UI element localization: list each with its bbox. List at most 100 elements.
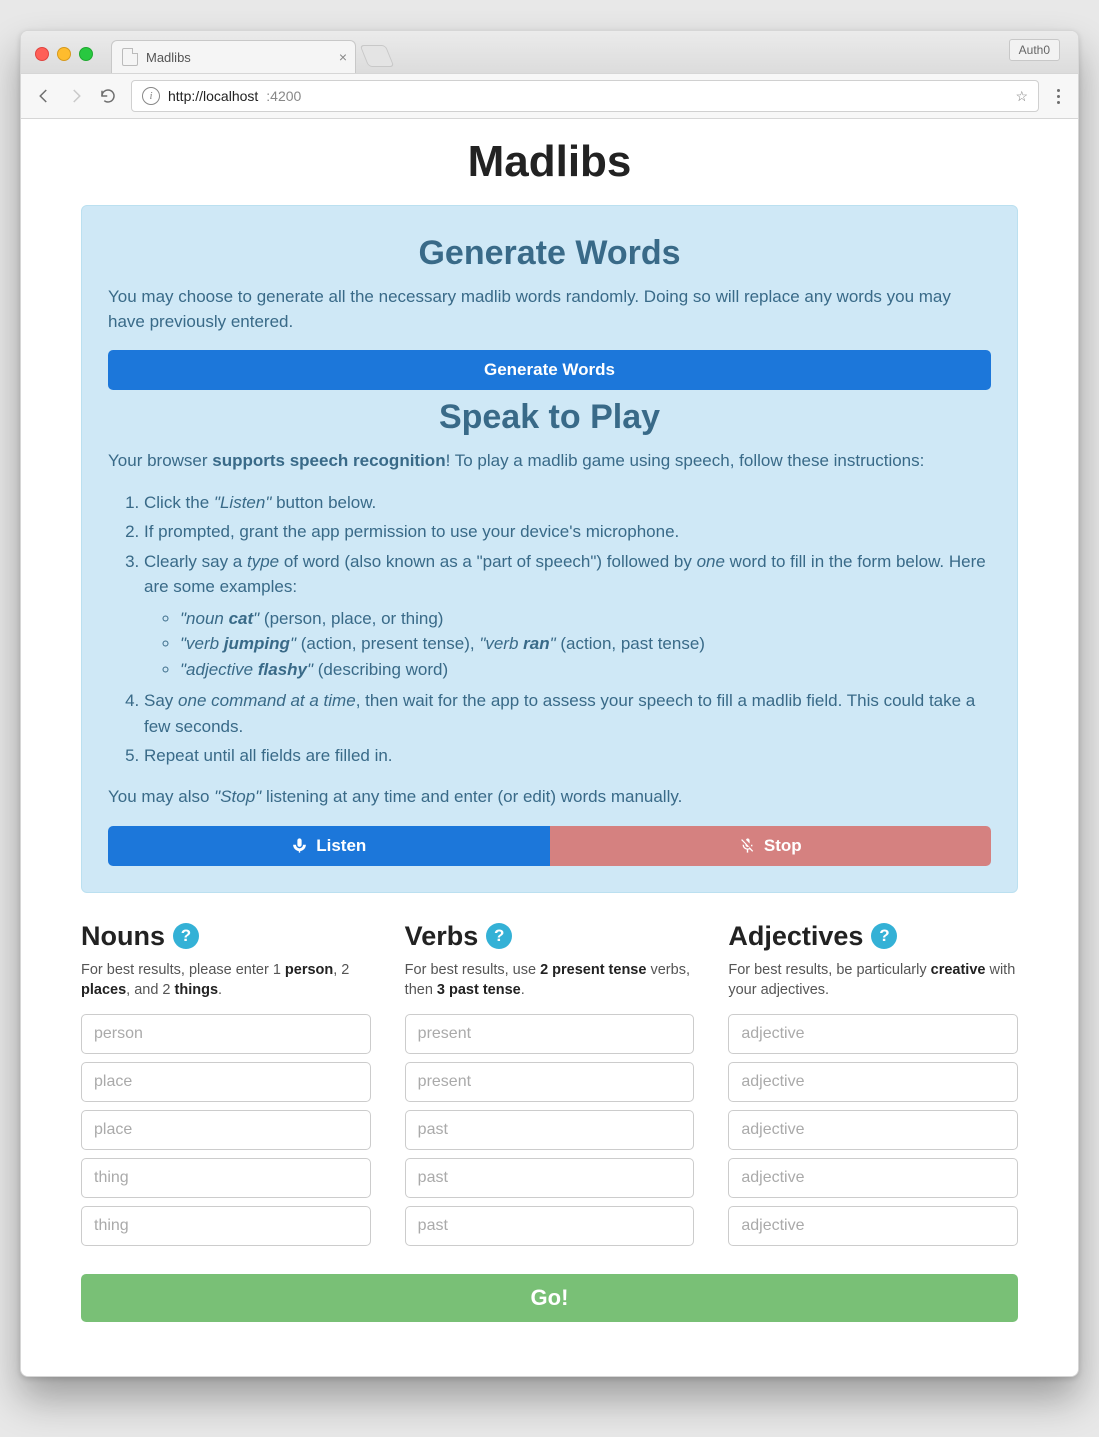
microphone-off-icon xyxy=(739,837,756,854)
adjective-input[interactable] xyxy=(728,1062,1018,1102)
text: Your browser xyxy=(108,451,212,470)
button-label: Listen xyxy=(316,836,366,856)
bookmark-icon[interactable]: ☆ xyxy=(1015,88,1028,105)
instruction-step: If prompted, grant the app permission to… xyxy=(144,519,991,545)
reload-button[interactable] xyxy=(99,87,117,105)
example-item: "verb jumping" (action, present tense), … xyxy=(180,631,991,657)
speak-intro: Your browser supports speech recognition… xyxy=(108,449,991,474)
instruction-step: Repeat until all fields are filled in. xyxy=(144,743,991,769)
text: ! To play a madlib game using speech, fo… xyxy=(446,451,925,470)
nouns-heading: Nouns ? xyxy=(81,921,371,952)
text: (describing word) xyxy=(313,660,448,679)
listen-button[interactable]: Listen xyxy=(108,826,550,866)
extension-badge[interactable]: Auth0 xyxy=(1009,39,1060,61)
text: listening at any time and enter (or edit… xyxy=(261,787,682,806)
text: of word (also known as a "part of speech… xyxy=(279,552,696,571)
url-rest: :4200 xyxy=(266,88,301,104)
new-tab-button[interactable] xyxy=(360,45,395,67)
minimize-window-icon[interactable] xyxy=(57,47,71,61)
site-info-icon[interactable]: i xyxy=(142,87,160,105)
browser-window: Madlibs × Auth0 i http://localhost :4200 xyxy=(20,30,1079,1377)
button-label: Stop xyxy=(764,836,802,856)
verb-input[interactable] xyxy=(405,1014,695,1054)
tab-title: Madlibs xyxy=(146,50,191,65)
text: , and 2 xyxy=(126,982,174,998)
noun-input[interactable] xyxy=(81,1062,371,1102)
nouns-hint: For best results, please enter 1 person,… xyxy=(81,960,371,1001)
browser-tab[interactable]: Madlibs × xyxy=(111,40,356,73)
text: creative xyxy=(931,962,986,978)
window-controls xyxy=(21,47,107,73)
url-host: http://localhost xyxy=(168,88,258,104)
forward-button[interactable] xyxy=(67,87,85,105)
verbs-column: Verbs ? For best results, use 2 present … xyxy=(405,921,695,1255)
text: (person, place, or thing) xyxy=(259,609,443,628)
adjectives-hint: For best results, be particularly creati… xyxy=(728,960,1018,1001)
text: supports speech recognition xyxy=(212,451,445,470)
adjective-input[interactable] xyxy=(728,1014,1018,1054)
text: places xyxy=(81,982,126,998)
text: "verb xyxy=(479,634,523,653)
text: cat xyxy=(229,609,254,628)
noun-input[interactable] xyxy=(81,1206,371,1246)
heading-text: Adjectives xyxy=(728,921,863,952)
text: (action, present tense), xyxy=(296,634,479,653)
adjectives-heading: Adjectives ? xyxy=(728,921,1018,952)
text: ran xyxy=(523,634,549,653)
generate-words-button[interactable]: Generate Words xyxy=(108,350,991,390)
address-bar[interactable]: i http://localhost :4200 ☆ xyxy=(131,80,1039,112)
text: "Stop" xyxy=(214,787,261,806)
titlebar: Madlibs × Auth0 xyxy=(21,31,1078,74)
page-content: Madlibs Generate Words You may choose to… xyxy=(21,119,1078,1376)
text: "verb xyxy=(180,634,224,653)
verb-input[interactable] xyxy=(405,1158,695,1198)
text: "adjective xyxy=(180,660,258,679)
text: 2 present tense xyxy=(540,962,646,978)
tab-close-icon[interactable]: × xyxy=(339,50,347,64)
text: "noun xyxy=(180,609,229,628)
help-icon[interactable]: ? xyxy=(871,923,897,949)
noun-input[interactable] xyxy=(81,1110,371,1150)
back-button[interactable] xyxy=(35,87,53,105)
speech-button-row: Listen Stop xyxy=(108,826,991,866)
heading-text: Verbs xyxy=(405,921,479,952)
verb-input[interactable] xyxy=(405,1062,695,1102)
close-window-icon[interactable] xyxy=(35,47,49,61)
noun-input[interactable] xyxy=(81,1014,371,1054)
maximize-window-icon[interactable] xyxy=(79,47,93,61)
text: , 2 xyxy=(333,962,349,978)
text: "Listen" xyxy=(214,493,271,512)
text: You may also xyxy=(108,787,214,806)
text: jumping xyxy=(224,634,290,653)
text: flashy xyxy=(258,660,307,679)
go-button[interactable]: Go! xyxy=(81,1274,1018,1322)
text: . xyxy=(218,982,222,998)
adjective-input[interactable] xyxy=(728,1158,1018,1198)
instruction-step: Clearly say a type of word (also known a… xyxy=(144,549,991,683)
text: one command at a time xyxy=(178,691,356,710)
text: Say xyxy=(144,691,178,710)
page-title: Madlibs xyxy=(81,137,1018,187)
adjective-input[interactable] xyxy=(728,1206,1018,1246)
text: one xyxy=(697,552,725,571)
stop-note: You may also "Stop" listening at any tim… xyxy=(108,785,991,810)
browser-menu-button[interactable] xyxy=(1053,89,1064,104)
help-icon[interactable]: ? xyxy=(173,923,199,949)
verbs-hint: For best results, use 2 present tense ve… xyxy=(405,960,695,1001)
text: Click the xyxy=(144,493,214,512)
text: For best results, use xyxy=(405,962,540,978)
noun-input[interactable] xyxy=(81,1158,371,1198)
info-panel: Generate Words You may choose to generat… xyxy=(81,205,1018,893)
text: For best results, be particularly xyxy=(728,962,930,978)
adjective-input[interactable] xyxy=(728,1110,1018,1150)
text: Clearly say a xyxy=(144,552,247,571)
verb-input[interactable] xyxy=(405,1110,695,1150)
verbs-heading: Verbs ? xyxy=(405,921,695,952)
instruction-list: Click the "Listen" button below. If prom… xyxy=(108,490,991,769)
verb-input[interactable] xyxy=(405,1206,695,1246)
text: (action, past tense) xyxy=(556,634,705,653)
stop-button[interactable]: Stop xyxy=(550,826,992,866)
text: things xyxy=(175,982,219,998)
adjectives-column: Adjectives ? For best results, be partic… xyxy=(728,921,1018,1255)
help-icon[interactable]: ? xyxy=(486,923,512,949)
